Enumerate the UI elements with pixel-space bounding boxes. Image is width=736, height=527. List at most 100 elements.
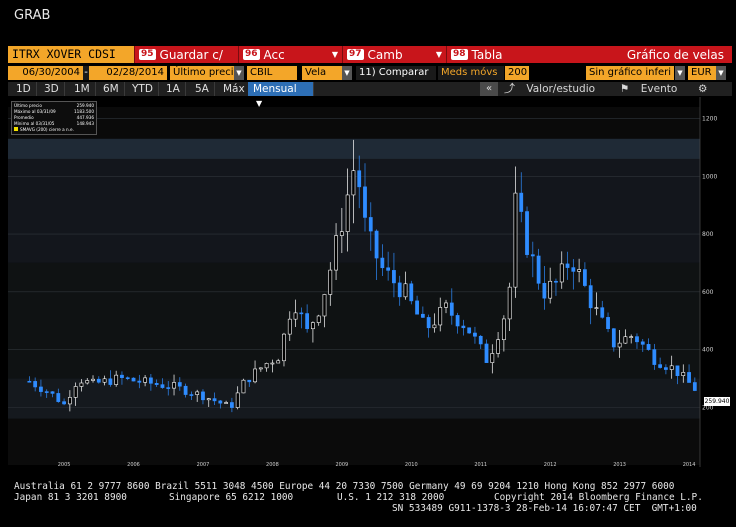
chart-type-title: Gráfico de velas (626, 47, 724, 62)
candle-body (583, 269, 587, 286)
footer-line-1: Australia 61 2 9777 8600 Brazil 5511 304… (14, 481, 675, 492)
candle-body (195, 391, 200, 395)
event-flag-icon: ⚑ (620, 83, 630, 95)
save-num: 95 (139, 49, 156, 60)
candle-body (264, 363, 269, 369)
chart-type-select[interactable]: Vela (302, 66, 342, 80)
input-row: 06/30/2004 - 02/28/2014 Último precio ▼ … (8, 66, 732, 80)
candle-body (513, 192, 518, 288)
candle-body (33, 381, 38, 388)
event-button[interactable]: ⚑ Evento (620, 82, 677, 96)
x-tick-label: 2010 (405, 462, 418, 467)
candle-body (409, 283, 414, 302)
candlestick-chart: 1200100080060040020020042005200620072008… (8, 97, 717, 467)
candle-body (600, 307, 605, 318)
candle-body (293, 312, 298, 320)
candle-body (114, 374, 119, 385)
moving-avg-input[interactable]: 200 (505, 66, 529, 80)
candle-body (177, 382, 182, 387)
candle-body (108, 378, 113, 385)
table-num: 98 (451, 49, 468, 60)
chevron-down-icon[interactable]: ▼ (716, 66, 726, 80)
start-date-input[interactable]: 06/30/2004 (8, 66, 83, 80)
legend-row: SMAVG (200) cierre a n.e. (14, 127, 94, 133)
candle-body (230, 402, 234, 408)
candle-body (640, 341, 645, 345)
range-tabs: 1D 3D 1M 6M YTD 1A 5A Máx Mensual ▼ « ⤴ … (8, 82, 732, 108)
x-tick-label: 2013 (613, 462, 626, 467)
candle-body (322, 294, 327, 317)
candle-body (137, 380, 142, 383)
tab-ytd[interactable]: YTD (127, 82, 159, 96)
candle-body (363, 186, 367, 218)
candle-body (148, 377, 153, 384)
candle-body (56, 393, 61, 402)
indicator-select[interactable]: Sin gráfico inferi (586, 66, 674, 80)
candle-body (85, 380, 90, 384)
candle-body (548, 280, 553, 299)
tab-3d[interactable]: 3D (39, 82, 65, 96)
candle-body (241, 379, 246, 394)
window-title: GRAB (14, 8, 51, 23)
candle-body (554, 280, 558, 283)
candle-body (154, 383, 159, 385)
value-study-button[interactable]: ⤴ Valor/estudio (504, 82, 595, 96)
candle-body (172, 382, 176, 389)
moving-avg-label: Meds móvs (438, 66, 504, 80)
price-type-select[interactable]: Último precio (170, 66, 234, 80)
y-tick-label: 1000 (702, 173, 717, 180)
background-band (8, 107, 700, 139)
candle-body (478, 335, 483, 345)
security-ticker[interactable]: ITRX XOVER CDSI (8, 46, 134, 63)
tab-1m[interactable]: 1M (69, 82, 96, 96)
candle-body (484, 343, 489, 363)
line-chart-icon: ⤴ (504, 82, 515, 95)
background-band (8, 138, 700, 159)
candle-body (542, 283, 547, 299)
candle-body (311, 322, 315, 330)
tab-5a[interactable]: 5A (190, 82, 215, 96)
currency-basis-input[interactable]: CBIL (247, 66, 297, 80)
candle-body (432, 324, 437, 329)
candle-body (455, 315, 460, 327)
table-button[interactable]: 98 Tabla (446, 46, 526, 63)
tab-1a[interactable]: 1A (161, 82, 186, 96)
end-date-input[interactable]: 02/28/2014 (89, 66, 167, 80)
change-label: Camb (367, 47, 403, 62)
candle-body (496, 339, 500, 354)
candle-body (50, 391, 55, 394)
currency-select[interactable]: EUR (688, 66, 716, 80)
candle-body (143, 377, 147, 383)
save-button[interactable]: 95 Guardar c/ (134, 46, 238, 63)
x-tick-label: 2011 (474, 462, 487, 467)
chevron-down-icon[interactable]: ▼ (234, 66, 244, 80)
change-button[interactable]: 97 Camb ▼ (342, 46, 446, 63)
footer-us: U.S. 1 212 318 2000 (337, 492, 445, 503)
tab-1d[interactable]: 1D (11, 82, 37, 96)
candle-body (675, 365, 680, 376)
candle-body (577, 269, 581, 272)
compare-button[interactable]: 11) Comparar (356, 66, 436, 80)
candle-body (44, 391, 49, 393)
y-tick-label: 400 (702, 347, 714, 354)
candle-body (276, 360, 281, 364)
period-select[interactable]: Mensual ▼ (248, 82, 314, 108)
candle-body (490, 353, 495, 363)
chevron-down-icon[interactable]: ▼ (342, 66, 352, 80)
footer-singapore: Singapore 65 6212 1000 (169, 492, 294, 503)
candle-body (565, 263, 570, 268)
actions-button[interactable]: 96 Acc ▼ (238, 46, 342, 63)
chevron-down-icon[interactable]: ▼ (675, 66, 685, 80)
candle-body (606, 317, 610, 329)
background-band (8, 418, 700, 465)
y-tick-label: 1200 (702, 116, 717, 123)
gear-icon[interactable]: ⚙ (698, 82, 707, 96)
tab-max[interactable]: Máx (218, 82, 251, 96)
legend-value: 148.943 (76, 121, 94, 126)
tab-6m[interactable]: 6M (98, 82, 125, 96)
y-tick-label: 800 (702, 231, 714, 238)
table-label: Tabla (471, 47, 503, 62)
candle-body (224, 402, 229, 404)
candle-body (160, 384, 165, 388)
collapse-icon[interactable]: « (480, 82, 498, 96)
